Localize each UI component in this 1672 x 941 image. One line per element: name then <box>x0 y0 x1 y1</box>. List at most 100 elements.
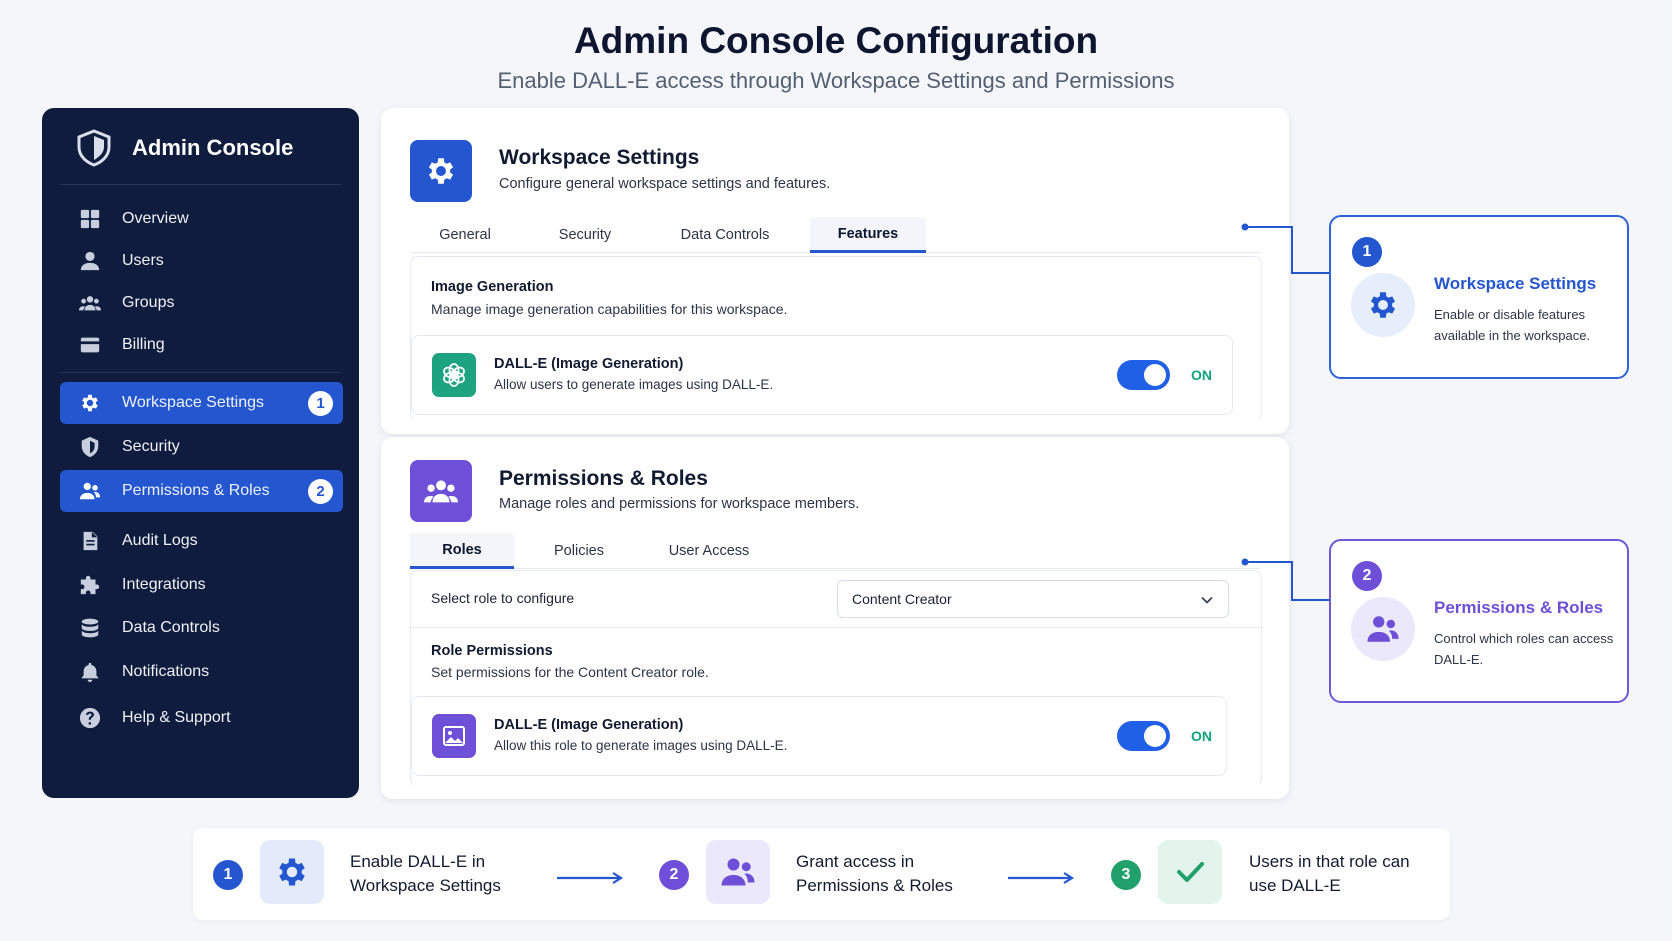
step-text: Enable DALL-E in Workspace Settings <box>350 852 501 895</box>
image-icon <box>432 714 476 758</box>
feature-title: DALL-E (Image Generation) <box>494 717 684 733</box>
role-config-section: Select role to configure Content Creator… <box>410 570 1262 787</box>
toggle-state: ON <box>1191 367 1212 383</box>
toggle-state: ON <box>1191 728 1212 744</box>
sidebar-item-integrations[interactable]: Integrations <box>60 564 343 606</box>
tab-roles[interactable]: Roles <box>410 533 514 569</box>
feature-description: Allow this role to generate images using… <box>494 738 788 753</box>
sidebar-item-label: Billing <box>122 336 165 353</box>
role-select[interactable]: Content Creator <box>837 580 1229 618</box>
sidebar-item-label: Overview <box>122 210 189 227</box>
sidebar-item-label: Data Controls <box>122 619 220 636</box>
sidebar-item-permissions-roles[interactable]: Permissions & Roles 2 <box>60 470 343 512</box>
steps-flow: 1 Enable DALL-E in Workspace Settings 2 … <box>193 828 1450 920</box>
panel-title: Permissions & Roles <box>499 467 708 490</box>
permissions-roles-panel: Permissions & Roles Manage roles and per… <box>381 437 1289 799</box>
callout-connector-2 <box>1241 558 1330 601</box>
callout-workspace-settings: 1 Workspace Settings Enable or disable f… <box>1329 215 1629 379</box>
section-description: Manage image generation capabilities for… <box>431 301 788 317</box>
sidebar-divider <box>60 184 341 185</box>
sidebar-item-label: Groups <box>122 294 175 311</box>
callout-title: Permissions & Roles <box>1434 598 1604 617</box>
sidebar-item-security[interactable]: Security <box>60 426 343 468</box>
sidebar-item-label: Users <box>122 252 164 269</box>
users-icon <box>706 840 770 904</box>
step-text: Users in that role can use DALL-E <box>1249 852 1410 895</box>
sidebar-item-billing[interactable]: Billing <box>60 324 343 366</box>
chevron-down-icon <box>1201 596 1213 604</box>
puzzle-icon <box>78 573 102 597</box>
bell-icon <box>78 660 102 684</box>
panel-description: Configure general workspace settings and… <box>499 176 831 192</box>
step-number: 1 <box>213 860 243 890</box>
tab-policies[interactable]: Policies <box>524 533 634 569</box>
callout-permissions-roles: 2 Permissions & Roles Control which role… <box>1329 539 1629 703</box>
tab-general[interactable]: General <box>410 217 520 253</box>
callout-description: Control which roles can access DALL-E. <box>1434 631 1614 667</box>
image-generation-section: Image Generation Manage image generation… <box>410 256 1262 421</box>
step-number: 1 <box>1352 237 1382 267</box>
sidebar-item-notifications[interactable]: Notifications <box>60 651 343 693</box>
step-badge: 2 <box>308 479 333 504</box>
step-number: 2 <box>659 860 689 890</box>
role-select-value: Content Creator <box>852 591 952 607</box>
page-subtitle: Enable DALL-E access through Workspace S… <box>497 68 1175 93</box>
gear-icon <box>410 140 472 202</box>
sidebar-item-users[interactable]: Users <box>60 240 343 282</box>
feature-title: DALL-E (Image Generation) <box>494 356 684 372</box>
workspace-settings-panel: Workspace Settings Configure general wor… <box>381 108 1289 434</box>
sidebar-item-label: Security <box>122 438 180 455</box>
gear-icon <box>1351 273 1415 337</box>
section-divider <box>411 627 1261 628</box>
step-number: 3 <box>1111 860 1141 890</box>
tab-user-access[interactable]: User Access <box>644 533 774 569</box>
sidebar-item-label: Help & Support <box>122 709 231 726</box>
dalle-feature-row: DALL-E (Image Generation) Allow users to… <box>411 335 1233 415</box>
sidebar-item-label: Permissions & Roles <box>122 482 270 499</box>
database-icon <box>78 616 102 640</box>
sidebar-item-audit-logs[interactable]: Audit Logs <box>60 520 343 562</box>
step-number: 2 <box>1352 561 1382 591</box>
feature-description: Allow users to generate images using DAL… <box>494 377 774 392</box>
sidebar: Admin Console Overview Users Groups Bill… <box>42 108 359 798</box>
arrow-right-icon <box>1008 872 1075 884</box>
check-icon <box>1158 840 1222 904</box>
callout-title: Workspace Settings <box>1434 274 1597 293</box>
users-icon <box>410 460 472 522</box>
toggle-knob <box>1144 364 1166 386</box>
help-icon <box>78 706 102 730</box>
sidebar-item-label: Workspace Settings <box>122 394 264 411</box>
page-title: Admin Console Configuration <box>573 20 1099 61</box>
tab-features[interactable]: Features <box>810 217 926 253</box>
shield-icon <box>78 435 102 459</box>
tab-security[interactable]: Security <box>530 217 640 253</box>
sidebar-item-help-support[interactable]: Help & Support <box>60 697 343 739</box>
gear-icon <box>260 840 324 904</box>
gear-icon <box>78 391 102 415</box>
sidebar-item-label: Audit Logs <box>122 532 198 549</box>
sidebar-item-groups[interactable]: Groups <box>60 282 343 324</box>
dalle-toggle[interactable] <box>1117 360 1170 390</box>
user-icon <box>78 249 102 273</box>
dalle-role-toggle[interactable] <box>1117 721 1170 751</box>
sidebar-item-overview[interactable]: Overview <box>60 198 343 240</box>
step-text: Grant access in Permissions & Roles <box>796 852 953 895</box>
tab-data-controls[interactable]: Data Controls <box>660 217 790 253</box>
sidebar-divider <box>60 372 341 373</box>
users-icon <box>1351 597 1415 661</box>
sidebar-item-workspace-settings[interactable]: Workspace Settings 1 <box>60 382 343 424</box>
sidebar-item-data-controls[interactable]: Data Controls <box>60 607 343 649</box>
sidebar-brand: Admin Console <box>76 128 293 168</box>
users-icon <box>78 479 102 503</box>
workspace-tabs: General Security Data Controls Features <box>410 217 1260 253</box>
panel-title: Workspace Settings <box>499 146 700 169</box>
shield-logo-icon <box>77 129 111 167</box>
openai-icon <box>432 353 476 397</box>
callout-description: Enable or disable features available in … <box>1434 307 1591 343</box>
step-badge: 1 <box>308 391 333 416</box>
sidebar-item-label: Integrations <box>122 576 206 593</box>
select-label: Select role to configure <box>431 590 575 606</box>
document-icon <box>78 529 102 553</box>
sidebar-brand-label: Admin Console <box>132 135 294 160</box>
sidebar-item-label: Notifications <box>122 663 210 680</box>
